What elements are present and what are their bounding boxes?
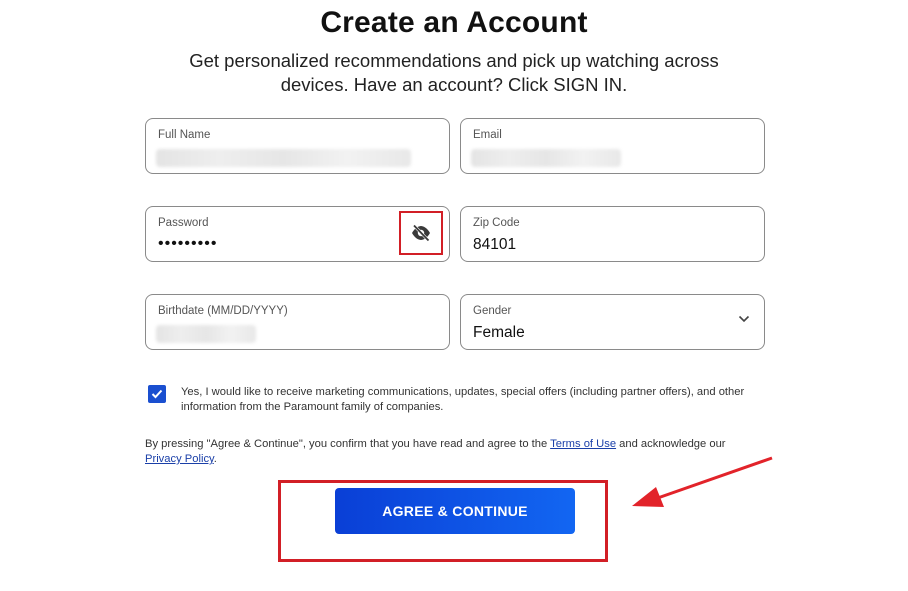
- email-field[interactable]: Email: [460, 118, 765, 174]
- gender-select[interactable]: Gender Female: [460, 294, 765, 350]
- legal-prefix: By pressing "Agree & Continue", you conf…: [145, 438, 551, 450]
- arrow-annotation-icon: [632, 456, 773, 507]
- full-name-value-redacted: [156, 149, 411, 167]
- zip-code-field[interactable]: Zip Code 84101: [460, 206, 765, 262]
- page-title: Create an Account: [320, 6, 588, 39]
- password-label: Password: [158, 217, 209, 229]
- gender-value: Female: [473, 324, 525, 341]
- gender-label: Gender: [473, 305, 512, 317]
- email-value-redacted: [471, 149, 621, 167]
- chevron-down-icon: [738, 315, 750, 323]
- legal-middle: and acknowledge our: [616, 438, 726, 450]
- email-label: Email: [473, 129, 502, 141]
- legal-suffix: .: [213, 453, 217, 465]
- page-subtitle: Get personalized recommendations and pic…: [189, 50, 719, 95]
- birthdate-field[interactable]: Birthdate (MM/DD/YYYY): [145, 294, 450, 350]
- full-name-field[interactable]: Full Name: [145, 118, 450, 174]
- terms-of-use-link[interactable]: Terms of Use: [550, 438, 616, 450]
- eye-slash-icon: [412, 224, 430, 242]
- zip-code-value: 84101: [473, 236, 517, 253]
- full-name-label: Full Name: [158, 129, 211, 141]
- password-visibility-toggle[interactable]: [399, 211, 443, 255]
- password-value: •••••••••: [158, 235, 218, 252]
- marketing-consent-checkbox[interactable]: [148, 385, 166, 403]
- zip-code-label: Zip Code: [473, 217, 520, 229]
- birthdate-label: Birthdate (MM/DD/YYYY): [158, 305, 288, 317]
- marketing-consent-text: Yes, I would like to receive marketing c…: [181, 386, 745, 413]
- checkmark-icon: [151, 389, 163, 399]
- birthdate-value-redacted: [156, 325, 256, 343]
- privacy-policy-link[interactable]: Privacy Policy: [145, 453, 214, 465]
- agree-continue-button[interactable]: AGREE & CONTINUE: [335, 488, 575, 534]
